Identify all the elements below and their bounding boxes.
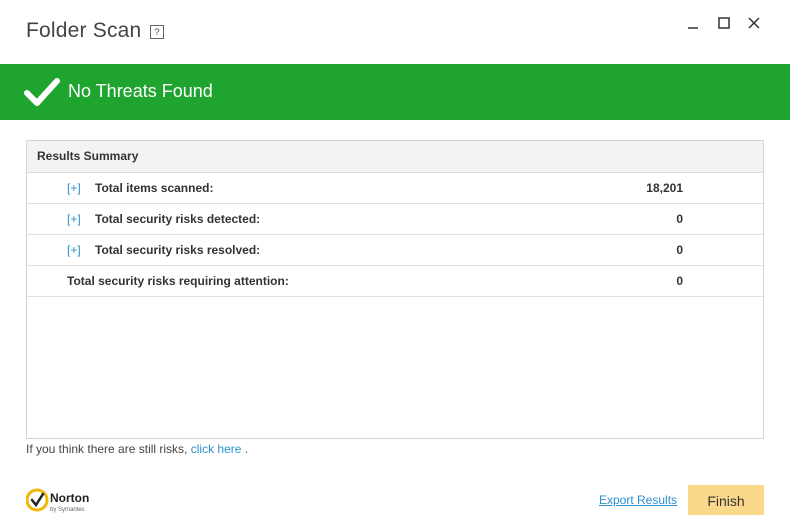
expand-button[interactable]: [+] [67,235,81,265]
risk-hint: If you think there are still risks, clic… [26,442,248,456]
row-value: 18,201 [646,181,683,195]
window-title: Folder Scan [26,19,142,42]
hint-text: If you think there are still risks, [26,442,191,456]
row-value: 0 [676,243,683,257]
finish-button[interactable]: Finish [688,485,764,515]
result-row-resolved: [+] Total security risks resolved: 0 [27,235,763,266]
row-label: Total security risks resolved: [95,243,261,257]
norton-shield-icon: Norton by Symantec [25,488,89,513]
results-panel: Results Summary [+] Total items scanned:… [26,140,764,439]
results-header: Results Summary [27,141,763,173]
status-text: No Threats Found [68,81,213,101]
row-value: 0 [676,212,683,226]
hint-suffix: . [244,442,249,456]
click-here-link[interactable]: click here [191,442,242,456]
result-row-detected: [+] Total security risks detected: 0 [27,204,763,235]
result-row-scanned: [+] Total items scanned: 18,201 [27,173,763,204]
result-row-attention: Total security risks requiring attention… [27,266,763,297]
logo-name: Norton [50,491,89,505]
export-results-link[interactable]: Export Results [599,493,677,507]
row-label: Total security risks requiring attention… [67,274,289,288]
row-value: 0 [676,274,683,288]
maximize-icon[interactable] [714,13,734,33]
row-label: Total security risks detected: [95,212,261,226]
help-button[interactable]: ? [150,25,164,39]
close-icon[interactable] [744,13,764,33]
logo-sub: by Symantec [50,507,85,513]
expand-button[interactable]: [+] [67,173,81,203]
row-label: Total items scanned: [95,181,214,195]
status-banner: No Threats Found [0,64,790,120]
checkmark-icon [24,78,60,106]
norton-logo: Norton by Symantec [25,487,106,522]
minimize-icon[interactable] [683,13,703,33]
expand-button[interactable]: [+] [67,204,81,234]
